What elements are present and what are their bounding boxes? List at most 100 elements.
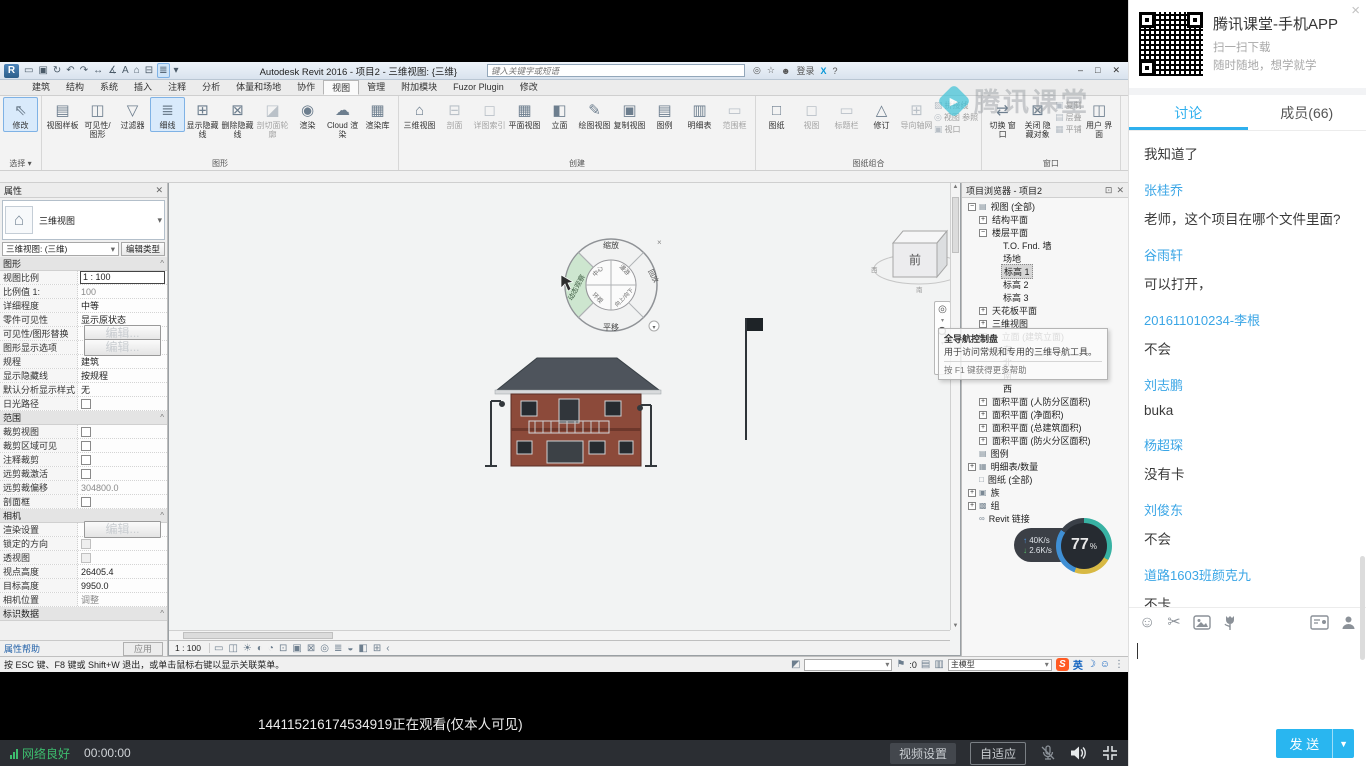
tree-item-T.O. Fnd. 墙[interactable]: T.O. Fnd. 墙 [962,239,1128,252]
tree-item-组[interactable]: +▩组 [962,499,1128,512]
property-value-input[interactable]: 1 : 100 [80,271,165,284]
chat-nickname[interactable]: 谷雨轩 [1144,245,1366,264]
chat-tab-讨论[interactable]: 讨论 [1129,95,1248,130]
expand-icon[interactable]: + [979,320,987,328]
ribbon-button-细线[interactable]: ≣细线 [150,97,185,132]
design-option-select[interactable]: 主模型▾ [948,659,1052,671]
ribbon-button-Cloud 渲染[interactable]: ☁Cloud 渲染 [325,97,360,141]
checkbox[interactable] [81,441,91,451]
browser-close-icon[interactable]: ✕ [1116,185,1124,196]
ribbon-button-视口[interactable]: ▣视口 [934,124,978,135]
ime-language-icon[interactable]: 英 [1073,657,1083,672]
tree-item-结构平面[interactable]: +结构平面 [962,213,1128,226]
text-icon[interactable]: A [121,64,130,77]
property-value[interactable]: 按规程 [78,369,167,382]
ribbon-button-渲染库[interactable]: ▦渲染库 [360,97,395,132]
view-cube[interactable]: 西 东 南 前 [859,211,950,297]
property-value[interactable]: 26405.4 [78,567,167,577]
close-button[interactable]: ✕ [1112,65,1120,76]
chat-nickname[interactable]: 201611010234-李根 [1144,310,1366,329]
tree-item-标高 3[interactable]: 标高 3 [962,291,1128,304]
save-icon[interactable]: ▣ [37,64,48,77]
property-value[interactable]: 9950.0 [78,581,167,591]
ribbon-tab-Fuzor Plugin[interactable]: Fuzor Plugin [445,80,512,95]
ribbon-button-图例[interactable]: ▤图例 [647,97,682,132]
property-value[interactable]: 无 [78,383,167,396]
signin-icon[interactable]: ☻ [781,66,790,76]
worksharing-icon[interactable]: ⊞ [373,642,381,655]
tree-item-图例[interactable]: ▤图例 [962,447,1128,460]
chevron-down-icon[interactable]: ▾ [941,317,944,324]
redo-icon[interactable]: ↷ [79,64,89,77]
scale-button[interactable]: 1 : 100 [171,643,210,653]
tree-item-视图 (全部)[interactable]: −▤视图 (全部) [962,200,1128,213]
property-value[interactable]: 调整 [78,593,167,606]
ribbon-tab-系统[interactable]: 系统 [92,80,126,95]
tree-item-明细表/数量[interactable]: +▦明细表/数量 [962,460,1128,473]
default-3d-view-icon[interactable]: ⌂ [133,64,141,77]
editable-only-icon[interactable]: ▤ [921,659,930,670]
instance-selector[interactable]: 三维视图: (三维) ▾ [2,242,119,256]
tree-item-图纸 (全部)[interactable]: □图纸 (全部) [962,473,1128,486]
flower-gift-icon[interactable] [1223,615,1237,631]
checkbox[interactable] [81,497,91,507]
tree-item-面积平面 (防火分区面积)[interactable]: +面积平面 (防火分区面积) [962,434,1128,447]
ribbon-button-渲染[interactable]: ◉渲染 [290,97,325,132]
member-card-icon[interactable] [1310,615,1329,630]
ribbon-button-修改[interactable]: ⇖修改 [3,97,38,132]
expand-icon[interactable]: + [979,307,987,315]
ribbon-button-平铺[interactable]: ▦平铺 [1055,124,1082,135]
ribbon-button-显示隐藏线[interactable]: ⊞显示隐藏线 [185,97,220,141]
minimize-button[interactable]: – [1078,65,1083,76]
emoji-icon[interactable]: ☺ [1139,615,1155,631]
help-icon[interactable]: ? [833,66,838,76]
shadows-icon[interactable]: ◐ [257,642,263,655]
property-value[interactable]: 304800.0 [78,483,167,493]
tree-item-面积平面 (总建筑面积)[interactable]: +面积平面 (总建筑面积) [962,421,1128,434]
ime-moon-icon[interactable]: ☽ [1087,659,1096,670]
steering-wheel[interactable]: 缩放 平移 动态观察 回放 中心 漫游 环视 向上/向下 × ▾ [559,233,663,337]
temporary-hide-icon[interactable]: ⊠ [307,642,315,655]
reveal-hidden-icon[interactable]: ◎ [320,642,329,655]
sync-icon[interactable]: ↻ [52,64,62,77]
chat-scrollbar[interactable] [1360,556,1365,660]
expand-icon[interactable]: + [979,216,987,224]
measure-icon[interactable]: ↔ [92,64,104,77]
property-value[interactable]: 中等 [78,299,167,312]
thin-lines-icon[interactable]: ≣ [157,63,169,78]
microphone-muted-icon[interactable] [1040,745,1056,761]
checkbox[interactable] [81,399,91,409]
tree-item-天花板平面[interactable]: +天花板平面 [962,304,1128,317]
exchange-apps-icon[interactable]: X [820,66,826,76]
signin-label[interactable]: 登录 [796,64,814,77]
crop-view-icon[interactable]: ⊡ [279,642,287,655]
tree-item-面积平面 (净面积)[interactable]: +面积平面 (净面积) [962,408,1128,421]
steering-wheel-icon[interactable]: ◎ [938,304,947,315]
ribbon-tab-体量和场地[interactable]: 体量和场地 [228,80,289,95]
ribbon-button-过滤器[interactable]: ▽过滤器 [115,97,150,132]
ribbon-tab-分析[interactable]: 分析 [194,80,228,95]
render-dialog-icon[interactable]: ◔ [268,642,274,655]
collapse-icon[interactable]: − [979,229,987,237]
edit-type-button[interactable]: 编辑类型 [121,242,165,256]
panel-close-icon[interactable]: × [1351,2,1360,19]
ribbon-tab-视图[interactable]: 视图 [323,80,359,95]
ribbon-button-修订[interactable]: △修订 [864,97,899,132]
ribbon-button-绘图视图[interactable]: ✎绘图视图 [577,97,612,132]
tree-item-族[interactable]: +▣族 [962,486,1128,499]
tree-item-标高 1[interactable]: 标高 1 [962,265,1128,278]
ribbon-tab-附加模块[interactable]: 附加模块 [393,80,445,95]
expand-icon[interactable]: + [968,463,976,471]
workset-select[interactable]: ▾ [804,659,892,671]
property-section-范围[interactable]: 范围^ [0,411,167,425]
search-icon[interactable]: ◎ [753,65,761,76]
help-search-input[interactable] [487,64,745,77]
chat-input[interactable] [1129,637,1366,731]
property-section-标识数据[interactable]: 标识数据^ [0,607,167,621]
temporary-view-icon[interactable]: ≣ [334,642,342,655]
ribbon-tab-插入[interactable]: 插入 [126,80,160,95]
ribbon-button-图纸[interactable]: □图纸 [759,97,794,132]
dock-icon[interactable]: ⊡ [1105,185,1113,196]
speaker-icon[interactable] [1070,745,1088,761]
crop-region-icon[interactable]: ▣ [292,642,301,655]
